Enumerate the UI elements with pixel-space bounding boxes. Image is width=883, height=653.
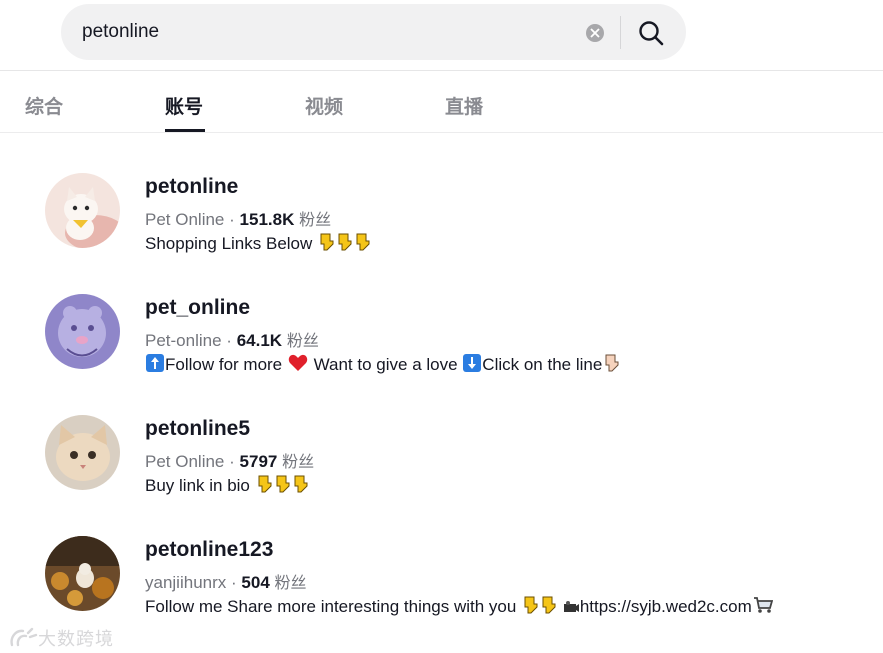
follower-count: 5797	[239, 452, 278, 471]
username[interactable]: pet_online	[145, 296, 250, 320]
tab-videos[interactable]: 视频	[305, 92, 343, 132]
arrow-down-icon	[463, 354, 482, 377]
user-bio: Shopping Links Below	[145, 233, 371, 256]
user-bio: Buy link in bio	[145, 475, 309, 498]
tab-bar: 综合 账号 视频 直播	[0, 92, 883, 132]
tab-accounts[interactable]: 账号	[165, 92, 203, 132]
bio-text: Follow me Share more interesting things …	[145, 597, 517, 616]
user-result-item[interactable]: petonline Pet Online · 151.8K 粉丝 Shoppin…	[45, 173, 865, 283]
user-bio: Follow for more Want to give a love Clic…	[145, 354, 620, 377]
pointing-down-icon	[256, 475, 272, 498]
follower-label: 粉丝	[286, 331, 319, 350]
pointing-down-icon	[522, 596, 538, 619]
arrow-up-icon	[146, 354, 164, 377]
meta-separator: ·	[229, 210, 235, 229]
user-bio: Follow me Share more interesting things …	[145, 596, 774, 619]
pointing-down-icon	[540, 596, 556, 619]
clear-icon[interactable]	[586, 24, 604, 42]
username[interactable]: petonline	[145, 175, 238, 199]
bio-text: Click on the line	[482, 355, 603, 374]
header-divider	[0, 70, 883, 71]
meta-separator: ·	[226, 331, 232, 350]
avatar[interactable]	[45, 415, 120, 490]
bio-text: Want to give a love	[313, 355, 458, 374]
user-meta: Pet Online · 151.8K 粉丝	[145, 206, 331, 230]
pointing-down-icon	[318, 233, 334, 256]
pointing-down-icon	[336, 233, 352, 256]
bio-text: Buy link in bio	[145, 476, 250, 495]
follower-count: 151.8K	[239, 210, 295, 229]
search-icon[interactable]	[638, 20, 664, 51]
meta-separator: ·	[231, 573, 237, 592]
pointing-down-icon	[603, 354, 619, 377]
meta-separator: ·	[229, 452, 235, 471]
tab-divider	[0, 132, 883, 133]
username[interactable]: petonline5	[145, 417, 250, 441]
bio-text: Shopping Links Below	[145, 234, 313, 253]
user-meta: yanjiihunrx · 504 粉丝	[145, 569, 307, 593]
tab-live[interactable]: 直播	[445, 92, 483, 132]
bio-text: Follow for more	[165, 355, 283, 374]
heart-icon	[288, 354, 308, 377]
avatar[interactable]	[45, 536, 120, 611]
username[interactable]: petonline123	[145, 538, 273, 562]
shopping-cart-icon	[753, 596, 773, 619]
follower-count: 64.1K	[236, 331, 283, 350]
user-result-item[interactable]: petonline5 Pet Online · 5797 粉丝 Buy link…	[45, 415, 865, 525]
tab-general[interactable]: 综合	[25, 92, 63, 132]
user-meta: Pet Online · 5797 粉丝	[145, 448, 314, 472]
nickname: yanjiihunrx	[145, 573, 227, 592]
follower-count: 504	[241, 573, 270, 592]
watermark-text: 大数跨境	[38, 629, 114, 650]
follower-label: 粉丝	[299, 210, 332, 229]
nickname: Pet-online	[145, 331, 222, 350]
avatar[interactable]	[45, 173, 120, 248]
user-result-item[interactable]: petonline123 yanjiihunrx · 504 粉丝 Follow…	[45, 536, 865, 646]
bio-link[interactable]: https://syjb.wed2c.com	[580, 597, 752, 616]
nickname: Pet Online	[145, 452, 225, 471]
avatar[interactable]	[45, 294, 120, 369]
search-divider	[620, 16, 621, 49]
pointing-down-icon	[274, 475, 290, 498]
pointing-down-icon	[354, 233, 370, 256]
user-result-item[interactable]: pet_online Pet-online · 64.1K 粉丝 Follow …	[45, 294, 865, 404]
pointing-down-icon	[292, 475, 308, 498]
watermark-logo: 大数跨境	[8, 625, 114, 651]
follower-label: 粉丝	[282, 452, 315, 471]
follower-label: 粉丝	[274, 573, 307, 592]
nickname: Pet Online	[145, 210, 225, 229]
search-input[interactable]: petonline	[82, 21, 159, 43]
user-meta: Pet-online · 64.1K 粉丝	[145, 327, 319, 351]
camera-icon	[563, 599, 579, 619]
search-bar[interactable]: petonline	[61, 4, 686, 60]
